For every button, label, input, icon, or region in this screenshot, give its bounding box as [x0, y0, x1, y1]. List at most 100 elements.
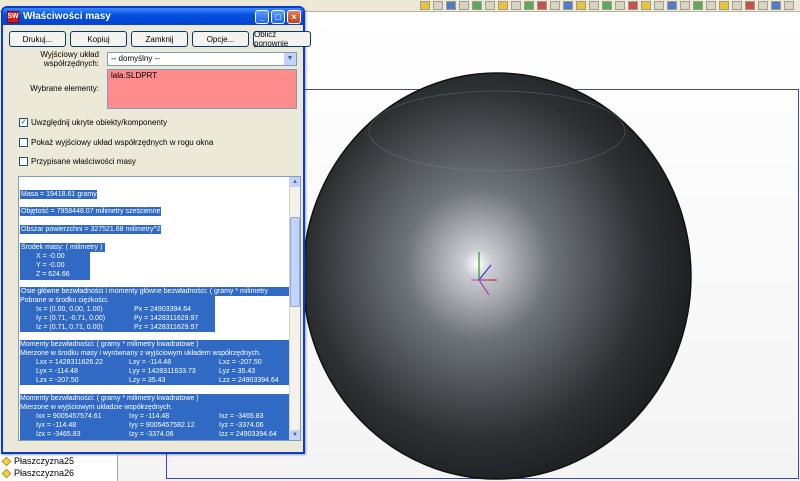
toolbar-button[interactable] — [472, 1, 482, 10]
coord-system-select[interactable]: -- domyślny -- ▼ — [107, 52, 297, 66]
moment-cell: Lxy = -114.48 — [129, 359, 172, 366]
output-header: Momenty bezwładności: ( gramy * milimetr… — [20, 395, 199, 402]
options-button[interactable]: Opcje... — [192, 31, 249, 47]
toolbar-button[interactable] — [641, 1, 651, 10]
maximize-button[interactable]: □ — [271, 9, 285, 24]
plane-icon — [1, 468, 12, 478]
show-output-cs-checkbox[interactable]: Pokaż wyjściowy układ współrzędnych w ro… — [19, 138, 213, 147]
minimize-button[interactable]: _ — [255, 9, 269, 24]
toolbar-button[interactable] — [433, 1, 443, 10]
com-y: Y = -0.00 — [36, 262, 65, 269]
output-cell: Ixz = -3465.83 — [219, 413, 264, 420]
toolbar-button[interactable] — [550, 1, 560, 10]
recalculate-button[interactable]: Oblicz ponownie — [253, 30, 311, 48]
toolbar-button[interactable] — [758, 1, 768, 10]
chevron-down-icon[interactable]: ▼ — [284, 53, 296, 65]
output-sub: Mierzone w wyjściowym układzie współrzęd… — [20, 404, 173, 411]
toolbar-button[interactable] — [706, 1, 716, 10]
toolbar-button[interactable] — [498, 1, 508, 10]
toolbar-button[interactable] — [615, 1, 625, 10]
tree-item-plane[interactable]: Płaszczyzna26 — [1, 468, 75, 478]
assigned-properties-checkbox[interactable]: Przypisane właściwości masy — [19, 157, 136, 166]
dialog-button-row: Drukuj... Kopiuj Zamknij Opcje... Oblicz… — [9, 30, 311, 48]
checkbox-box[interactable] — [19, 157, 28, 166]
close-icon[interactable]: × — [287, 9, 301, 24]
toolbar-button[interactable] — [732, 1, 742, 10]
coord-system-label-line2: współrzędnych: — [43, 59, 99, 68]
print-button[interactable]: Drukuj... — [9, 31, 66, 47]
toolbar-button[interactable] — [745, 1, 755, 10]
close-button[interactable]: Zamknij — [131, 31, 188, 47]
moment-cell: Lxz = -207.50 — [219, 359, 262, 366]
dialog-title: Właściwości masy — [23, 11, 111, 22]
principal-axis: Ix = (0.00, 0.00, 1.00) — [36, 306, 103, 313]
principal-moment: Px = 24903394.64 — [134, 306, 192, 313]
results-scrollbar[interactable]: ▲ ▼ — [289, 177, 300, 440]
toolbar-button[interactable] — [537, 1, 547, 10]
toolbar-button[interactable] — [576, 1, 586, 10]
principal-moment: Pz = 1428311629.97 — [134, 324, 199, 331]
tree-item-plane[interactable]: Płaszczyzna25 — [1, 456, 75, 466]
checkbox-box[interactable] — [19, 138, 28, 147]
selected-items-label: Wybrane elementy: — [30, 84, 99, 93]
output-cell: Ixx = 9005457574.61 — [36, 413, 102, 420]
toolbar-button[interactable] — [602, 1, 612, 10]
moment-cell: Lyx = -114.48 — [36, 368, 78, 375]
toolbar-button[interactable] — [654, 1, 664, 10]
volume-line: Objętość = 7958448.07 milimetry sześcien… — [20, 207, 161, 216]
toolbar-button[interactable] — [589, 1, 599, 10]
output-cell: Izy = -3374.06 — [129, 431, 174, 438]
com-z: Z = 624.66 — [36, 271, 70, 278]
principal-axis: Iz = (0.71, 0.71, 0.00) — [36, 324, 103, 331]
toolbar-button[interactable] — [420, 1, 430, 10]
coord-system-label-line1: Wyjściowy układ — [40, 50, 99, 59]
sphere-model[interactable] — [301, 71, 693, 481]
selected-items-box[interactable]: lala.SLDPRT — [107, 69, 297, 109]
scroll-up-icon[interactable]: ▲ — [290, 177, 300, 187]
checkbox-label: Przypisane właściwości masy — [31, 157, 136, 166]
principal-header: Osie główne bezwładności i momenty główn… — [20, 287, 290, 296]
checkbox-label: Uwzględnij ukryte obiekty/komponenty — [31, 118, 168, 127]
toolbar-button[interactable] — [628, 1, 638, 10]
toolbar-button[interactable] — [524, 1, 534, 10]
toolbar-button[interactable] — [693, 1, 703, 10]
toolbar-button[interactable] — [719, 1, 729, 10]
coord-system-value: -- domyślny -- — [111, 54, 160, 63]
results-text-area[interactable]: Masa = 19418.61 gramy Objętość = 7958448… — [18, 176, 301, 441]
checkmark-icon[interactable]: ✓ — [19, 118, 28, 127]
moments-header: Momenty bezwładności: ( gramy * milimetr… — [20, 341, 199, 348]
scroll-thumb[interactable] — [290, 217, 300, 307]
moments-sub: Mierzone w środku masy i wyrównany z wyj… — [20, 350, 261, 357]
output-cell: Izx = -3465.83 — [36, 431, 81, 438]
tree-item-label: Płaszczyzna25 — [14, 456, 75, 466]
app-icon: SW — [7, 10, 19, 23]
principal-moment: Py = 1428311629.97 — [134, 315, 199, 322]
toolbar-button[interactable] — [485, 1, 495, 10]
moment-cell: Lzy = 35.43 — [129, 377, 166, 384]
plane-icon — [1, 456, 12, 466]
tree-item-label: Płaszczyzna26 — [14, 468, 75, 478]
scroll-down-icon[interactable]: ▼ — [290, 430, 300, 440]
toolbar-button[interactable] — [680, 1, 690, 10]
output-cell: Iyy = 9005457582.12 — [129, 422, 195, 429]
copy-button[interactable]: Kopiuj — [70, 31, 127, 47]
output-cell: Iyz = -3374.06 — [219, 422, 264, 429]
toolbar-button[interactable] — [446, 1, 456, 10]
toolbar-button[interactable] — [667, 1, 677, 10]
moment-cell: Lyz = 35.43 — [219, 368, 256, 375]
toolbar-button[interactable] — [771, 1, 781, 10]
output-cell: Iyx = -114.48 — [36, 422, 77, 429]
principal-axis: Iy = (0.71, -0.71, 0.00) — [36, 315, 106, 322]
dialog-titlebar[interactable]: SW Właściwości masy _ □ × — [3, 8, 303, 25]
toolbar-button[interactable] — [459, 1, 469, 10]
toolbar-button[interactable] — [563, 1, 573, 10]
selected-item: lala.SLDPRT — [111, 71, 158, 80]
toolbar-button[interactable] — [784, 1, 794, 10]
mass-properties-dialog: SW Właściwości masy _ □ × Drukuj... Kopi… — [1, 6, 311, 454]
area-line: Obszar powierzchni = 327521.68 milimetry… — [20, 225, 161, 234]
output-cell: Izz = 24903394.64 — [219, 431, 277, 438]
com-x: X = -0.00 — [36, 253, 65, 260]
checkbox-label: Pokaż wyjściowy układ współrzędnych w ro… — [31, 138, 214, 147]
include-hidden-checkbox[interactable]: ✓ Uwzględnij ukryte obiekty/komponenty — [19, 118, 167, 127]
toolbar-button[interactable] — [511, 1, 521, 10]
